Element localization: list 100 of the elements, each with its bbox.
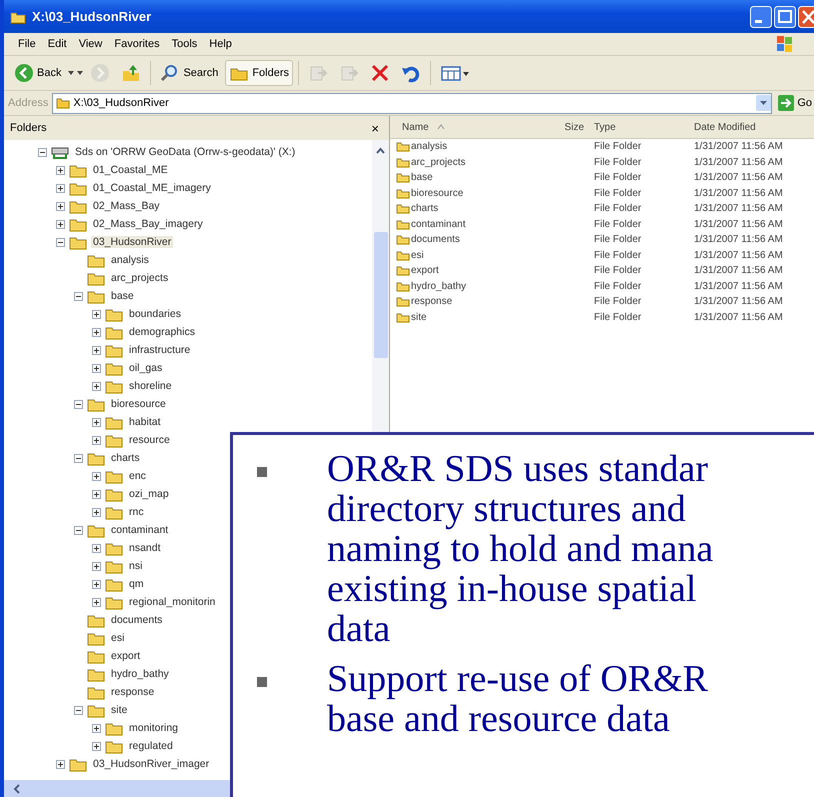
folder-icon [105, 432, 123, 448]
tree-item[interactable]: 03_HudsonRiver [91, 236, 174, 248]
expander-icon[interactable] [92, 562, 101, 570]
tree-item[interactable]: 01_Coastal_ME [91, 164, 170, 176]
tree-item[interactable]: bioresource [109, 398, 168, 410]
tree-item[interactable]: ozi_map [127, 488, 171, 500]
tree-item[interactable]: enc [127, 470, 148, 482]
file-name[interactable]: documents [411, 234, 460, 246]
expander-icon[interactable] [92, 742, 101, 750]
expander-icon[interactable] [74, 454, 83, 462]
expander-icon[interactable] [56, 184, 65, 192]
expander-icon[interactable] [56, 202, 65, 210]
tree-item[interactable]: response [109, 686, 156, 698]
tree-item[interactable]: boundaries [127, 308, 183, 320]
tree-item[interactable]: regional_monitorin [127, 596, 218, 608]
folder-icon [69, 180, 87, 196]
folder-icon [69, 756, 87, 772]
tree-item[interactable]: shoreline [127, 380, 174, 392]
close-button[interactable] [798, 6, 814, 28]
tree-item[interactable]: rnc [127, 506, 146, 518]
pane-title: Folders [10, 122, 47, 134]
column-header[interactable]: Date Modified [694, 122, 814, 132]
tree-item[interactable]: qm [127, 578, 146, 590]
tree-item[interactable]: infrastructure [127, 344, 192, 356]
expander-icon[interactable] [38, 148, 47, 156]
tree-item[interactable]: charts [109, 452, 142, 464]
expander-icon[interactable] [92, 418, 101, 426]
tree-item[interactable]: 03_HudsonRiver_imager [91, 758, 212, 770]
expander-icon[interactable] [74, 400, 83, 408]
tree-item[interactable]: documents [109, 614, 164, 626]
tree-item[interactable]: export [109, 650, 142, 662]
folders-button[interactable]: Folders [225, 60, 294, 86]
file-type: File Folder [593, 218, 642, 230]
expander-icon[interactable] [56, 760, 65, 768]
tree-item[interactable]: habitat [127, 416, 163, 428]
file-name[interactable]: bioresource [411, 188, 464, 199]
menu-item[interactable]: Help [209, 38, 232, 50]
file-name[interactable]: charts [411, 203, 438, 214]
expander-icon[interactable] [92, 310, 101, 318]
file-name[interactable]: response [411, 296, 452, 308]
expander-icon[interactable] [92, 346, 101, 354]
tree-item[interactable]: site [109, 704, 130, 716]
back-button[interactable]: Back [10, 60, 66, 86]
tree-item[interactable]: hydro_bathy [109, 668, 171, 680]
go-button[interactable]: Go [776, 95, 814, 111]
column-header[interactable]: Size [546, 122, 584, 132]
tree-item[interactable]: base [109, 290, 136, 302]
file-name[interactable]: analysis [411, 141, 448, 152]
expander-icon[interactable] [56, 166, 65, 174]
tree-item[interactable]: Sds on 'ORRW GeoData (Orrw-s-geodata)' (X:) [73, 146, 298, 158]
expander-icon[interactable] [92, 580, 101, 588]
file-name[interactable]: esi [411, 250, 424, 261]
column-header[interactable]: Type [584, 122, 694, 132]
close-pane-button[interactable]: × [371, 120, 379, 136]
expander-icon[interactable] [74, 292, 83, 300]
tree-item[interactable]: contaminant [109, 524, 170, 536]
expander-icon[interactable] [74, 706, 83, 714]
tree-item[interactable]: esi [109, 632, 126, 644]
file-name[interactable]: hydro_bathy [411, 280, 466, 292]
file-name[interactable]: contaminant [411, 218, 466, 230]
expander-icon[interactable] [92, 544, 101, 552]
expander-icon[interactable] [92, 472, 101, 480]
expander-icon[interactable] [92, 490, 101, 498]
tree-item[interactable]: resource [127, 434, 172, 446]
tree-item[interactable]: demographics [127, 326, 197, 338]
menu-item[interactable]: Favorites [114, 38, 160, 50]
maximize-button[interactable] [774, 6, 796, 28]
tree-item[interactable]: regulated [127, 740, 175, 752]
tree-item[interactable]: 01_Coastal_ME_imagery [91, 182, 213, 194]
tree-item[interactable]: arc_projects [109, 272, 170, 284]
folder-icon [69, 162, 87, 178]
expander-icon[interactable] [92, 436, 101, 444]
tree-item[interactable]: 02_Mass_Bay_imagery [91, 218, 205, 230]
expander-icon[interactable] [74, 526, 83, 534]
expander-icon[interactable] [56, 238, 65, 246]
menu-item[interactable]: Tools [172, 38, 198, 50]
search-button[interactable]: Search [156, 60, 222, 86]
tree-item[interactable]: monitoring [127, 722, 180, 734]
address-field[interactable]: X:\03_HudsonRiver [52, 92, 772, 114]
expander-icon[interactable] [56, 220, 65, 228]
minimize-button[interactable] [750, 6, 772, 28]
file-name[interactable]: arc_projects [411, 156, 466, 168]
expander-icon[interactable] [92, 724, 101, 732]
file-name[interactable]: base [411, 172, 433, 184]
menu-item[interactable]: File [18, 38, 36, 50]
expander-icon[interactable] [92, 364, 101, 372]
tree-item[interactable]: oil_gas [127, 362, 164, 374]
tree-item[interactable]: nsi [127, 560, 144, 572]
tree-item[interactable]: nsandt [127, 542, 163, 554]
tree-item[interactable]: 02_Mass_Bay [91, 200, 162, 212]
expander-icon[interactable] [92, 328, 101, 336]
column-header[interactable]: Name [390, 122, 546, 132]
expander-icon[interactable] [92, 508, 101, 516]
menu-item[interactable]: View [78, 38, 102, 50]
file-name[interactable]: export [411, 265, 439, 276]
file-name[interactable]: site [411, 312, 427, 323]
tree-item[interactable]: analysis [109, 254, 151, 266]
menu-item[interactable]: Edit [48, 38, 67, 50]
expander-icon[interactable] [92, 598, 101, 606]
expander-icon[interactable] [92, 382, 101, 390]
